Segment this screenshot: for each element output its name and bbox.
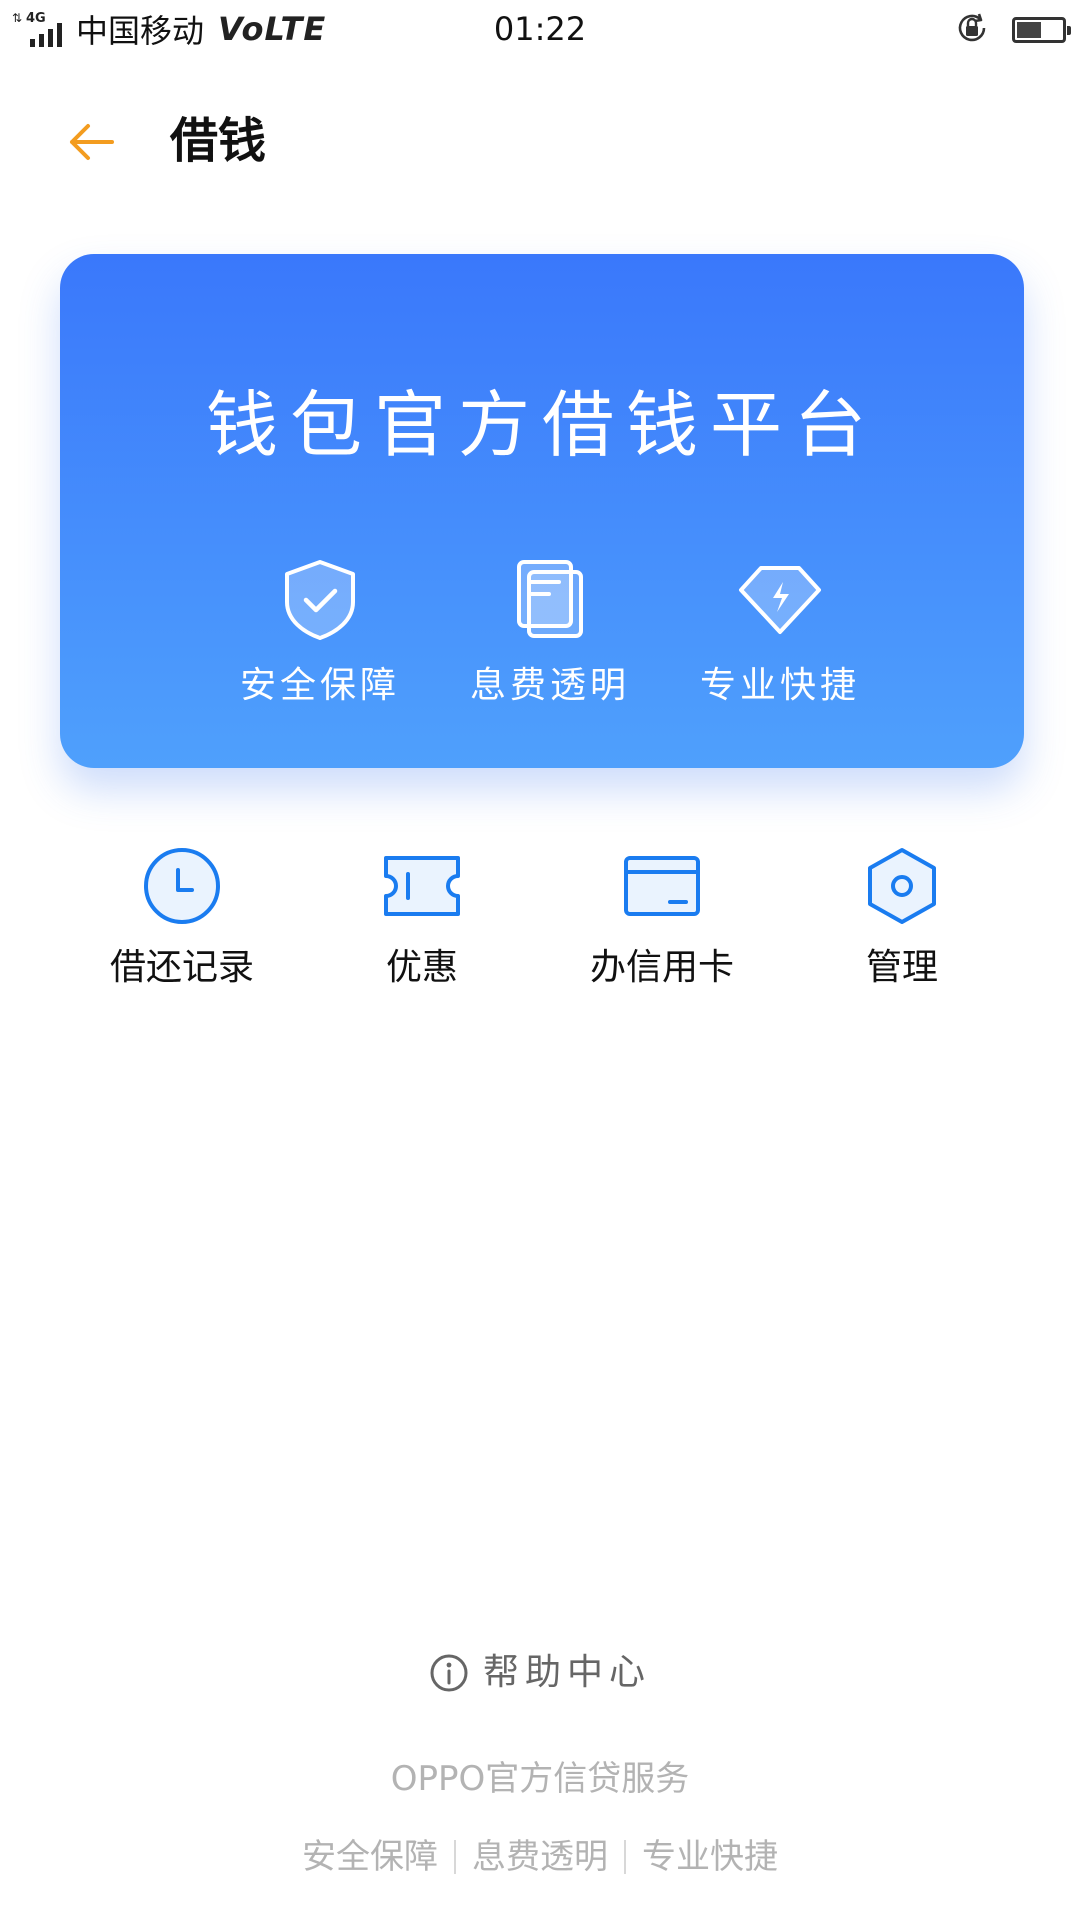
battery-icon (1012, 17, 1071, 43)
footer-tags: 安全保障 息费透明 专业快捷 (0, 1834, 1080, 1880)
diamond-lightning-icon (739, 566, 821, 634)
feature-security: 安全保障 (230, 554, 410, 708)
action-label: 办信用卡 (589, 947, 734, 988)
header: 借钱 (0, 80, 1080, 200)
banner-title: 钱包官方借钱平台 (205, 383, 878, 467)
battery-fill (1017, 22, 1042, 38)
status-right (954, 10, 1071, 50)
status-bar: ⇅ 4G 中国移动 VoLTE 01:22 (0, 0, 1080, 58)
credit-card-icon (624, 856, 700, 916)
feature-list: 安全保障 息费透明 专业快捷 (230, 554, 870, 724)
action-manage[interactable]: 管理 (802, 846, 1002, 990)
back-arrow-icon (70, 124, 114, 160)
footer-tag: 息费透明 (472, 1837, 608, 1877)
quick-actions: 借还记录 优惠 办信用卡 管理 (0, 846, 1080, 1006)
help-center-link[interactable]: 帮助中心 (0, 1648, 1080, 1698)
footer-divider (454, 1840, 456, 1874)
feature-label: 专业快捷 (699, 665, 860, 706)
status-time: 01:22 (493, 10, 587, 48)
footer-tag: 专业快捷 (642, 1837, 778, 1877)
action-label: 优惠 (385, 947, 458, 988)
action-credit-card[interactable]: 办信用卡 (562, 846, 762, 990)
footer-tag: 安全保障 (302, 1837, 438, 1877)
feature-transparent-fees: 息费透明 (460, 554, 640, 708)
help-center-label: 帮助中心 (482, 1652, 651, 1693)
info-icon (430, 1654, 468, 1692)
document-icon (517, 560, 583, 638)
action-coupons[interactable]: 优惠 (322, 846, 522, 990)
feature-label: 息费透明 (469, 665, 630, 706)
page-title: 借钱 (170, 113, 267, 169)
back-button[interactable] (60, 110, 124, 174)
feature-label: 安全保障 (239, 665, 400, 706)
promo-banner: 钱包官方借钱平台 安全保障 息费透明 专业快捷 (60, 254, 1024, 768)
action-label: 借还记录 (109, 947, 254, 988)
action-loan-records[interactable]: 借还记录 (82, 846, 282, 990)
feature-fast: 专业快捷 (690, 554, 870, 708)
action-label: 管理 (865, 947, 938, 988)
clock-icon (144, 848, 220, 924)
footer-divider (624, 1840, 626, 1874)
shield-check-icon (285, 560, 355, 640)
coupon-icon (384, 856, 460, 916)
footer-brand-text: OPPO官方信贷服务 (390, 1759, 690, 1799)
settings-hexagon-icon (868, 848, 936, 924)
rotation-lock-icon (954, 10, 990, 50)
